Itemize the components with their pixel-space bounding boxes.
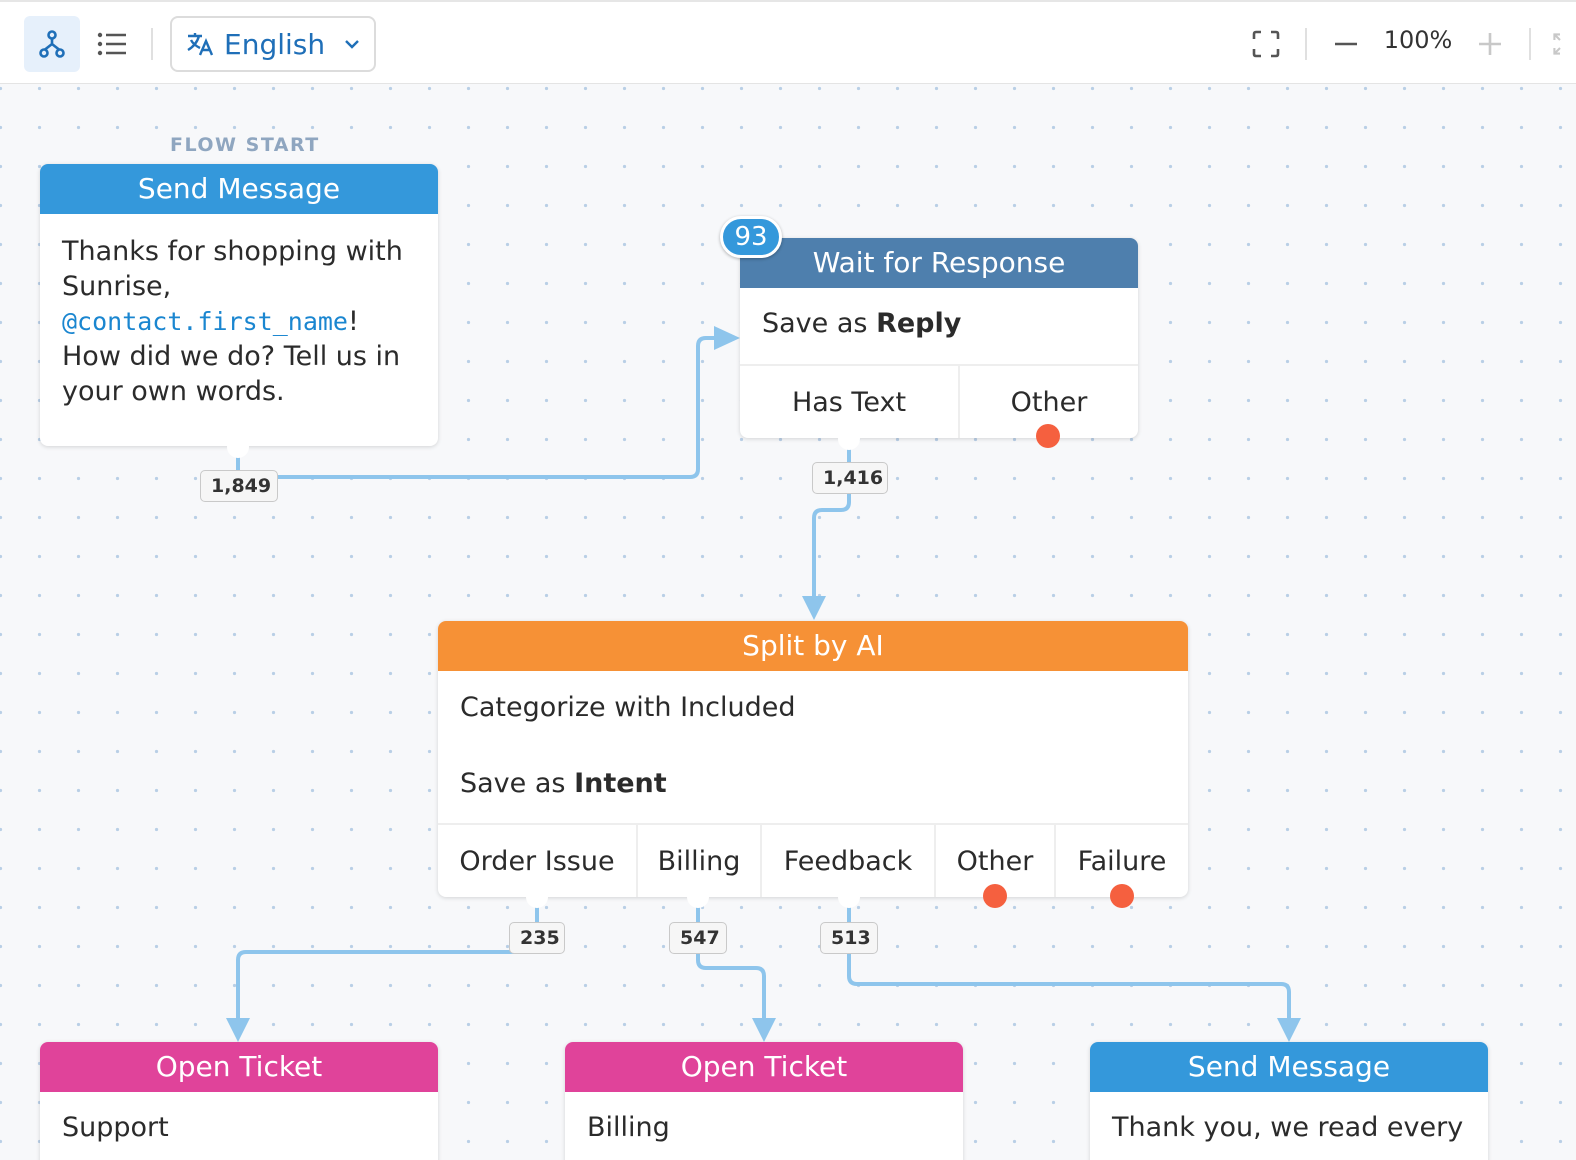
list-view-button[interactable] <box>84 16 140 72</box>
plus-icon <box>1479 33 1501 55</box>
unconnected-exit-dot[interactable] <box>1036 424 1060 448</box>
message-text-part: Thanks for shopping with Sunrise, <box>62 236 403 302</box>
send-message-node[interactable]: Send Message Thank you, we read every <box>1090 1042 1488 1160</box>
wait-for-response-node[interactable]: Wait for Response Save as Reply Has Text… <box>740 238 1138 438</box>
node-title: Send Message <box>1090 1042 1488 1092</box>
arrow-head <box>714 326 740 350</box>
node-title: Wait for Response <box>740 238 1138 288</box>
exit-count-badge[interactable]: 1,849 <box>200 470 278 502</box>
unconnected-exit-dot[interactable] <box>983 884 1007 908</box>
toolbar: English 100% <box>0 0 1576 84</box>
open-ticket-node[interactable]: Open Ticket Billing <box>565 1042 963 1160</box>
toolbar-divider <box>1529 28 1531 60</box>
chevron-down-icon <box>345 40 359 49</box>
arrow-head <box>752 1018 776 1042</box>
exit-count-badge[interactable]: 1,416 <box>812 462 888 494</box>
flow-start-label: FLOW START <box>170 134 320 156</box>
ticket-topic: Support <box>62 1112 169 1143</box>
fullscreen-button[interactable] <box>1246 26 1286 62</box>
flow-icon <box>39 30 65 58</box>
language-label: English <box>224 27 326 61</box>
ticket-topic: Billing <box>587 1112 670 1143</box>
send-message-node[interactable]: Send Message Thanks for shopping with Su… <box>40 164 438 446</box>
save-prefix: Save as <box>762 308 877 339</box>
message-text: Thank you, we read every <box>1112 1112 1464 1143</box>
save-prefix: Save as <box>460 768 575 799</box>
exit-handle[interactable] <box>838 886 860 908</box>
split-details: Categorize with Included Save as Intent <box>438 671 1188 823</box>
exit-handle[interactable] <box>227 436 249 458</box>
result-name: Intent <box>574 768 667 799</box>
arrow-head <box>1277 1018 1301 1042</box>
category-row: Order Issue Billing Feedback Other Failu… <box>438 823 1188 897</box>
save-result-line: Save as Reply <box>740 288 1138 361</box>
arrow-head <box>802 596 826 620</box>
save-result-line: Save as Intent <box>460 765 1166 803</box>
connection-line <box>847 904 1291 1022</box>
categorize-line: Categorize with Included <box>460 692 796 723</box>
unconnected-exit-dot[interactable] <box>1110 884 1134 908</box>
toolbar-divider <box>1305 28 1307 60</box>
split-by-ai-node[interactable]: Split by AI Categorize with Included Sav… <box>438 621 1188 897</box>
result-name: Reply <box>876 308 962 339</box>
node-title: Open Ticket <box>565 1042 963 1092</box>
translate-icon <box>187 33 214 56</box>
exit-handle[interactable] <box>838 428 860 450</box>
toolbar-divider <box>151 28 153 60</box>
contact-expression: @contact.first_name <box>62 307 348 336</box>
expand-button[interactable] <box>1552 26 1576 62</box>
exit-count-badge[interactable]: 513 <box>820 922 878 954</box>
zoom-out-button[interactable] <box>1328 26 1364 62</box>
exit-handle[interactable] <box>687 886 709 908</box>
exit-count-badge[interactable]: 547 <box>669 922 727 954</box>
exit-count-badge[interactable]: 235 <box>509 922 565 954</box>
list-icon <box>97 32 126 56</box>
node-title: Split by AI <box>438 621 1188 671</box>
arrow-head <box>226 1018 250 1042</box>
node-title: Open Ticket <box>40 1042 438 1092</box>
message-text: Thanks for shopping with Sunrise, @conta… <box>40 214 438 429</box>
flow-view-button[interactable] <box>24 16 80 72</box>
language-select[interactable]: English <box>170 16 376 72</box>
expand-icon <box>1553 33 1561 55</box>
open-ticket-node[interactable]: Open Ticket Support <box>40 1042 438 1160</box>
minus-icon <box>1335 42 1357 46</box>
category-row: Has Text Other <box>740 364 1138 438</box>
fullscreen-icon <box>1252 30 1280 58</box>
active-count-badge[interactable]: 93 <box>720 216 782 258</box>
node-title: Send Message <box>40 164 438 214</box>
connection-line <box>236 904 539 1022</box>
zoom-in-button[interactable] <box>1472 26 1508 62</box>
exit-handle[interactable] <box>526 886 548 908</box>
zoom-level: 100% <box>1383 26 1453 54</box>
flow-canvas[interactable]: FLOW START Send Message Thanks for shopp… <box>0 84 1576 1160</box>
